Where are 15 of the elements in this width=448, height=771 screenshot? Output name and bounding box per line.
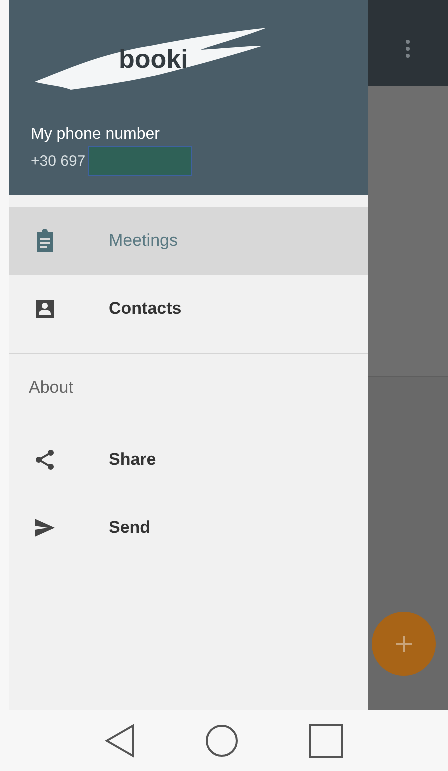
menu-item[interactable]: Send bbox=[9, 494, 368, 562]
clipboard-icon bbox=[34, 229, 56, 253]
contact-card-icon bbox=[34, 299, 56, 319]
phone-label: My phone number bbox=[31, 126, 161, 144]
section-title: About bbox=[28, 377, 74, 399]
app-logo: booki bbox=[119, 44, 188, 75]
menu-item[interactable]: Share bbox=[9, 426, 368, 494]
phone-number: +30 697 bbox=[31, 152, 86, 170]
more-icon[interactable] bbox=[406, 40, 410, 58]
menu-item[interactable]: Contacts bbox=[9, 275, 368, 343]
recents-icon[interactable] bbox=[309, 724, 343, 758]
send-icon bbox=[34, 518, 56, 538]
share-icon bbox=[34, 449, 56, 471]
home-icon[interactable] bbox=[205, 724, 239, 758]
back-icon[interactable] bbox=[105, 724, 135, 758]
